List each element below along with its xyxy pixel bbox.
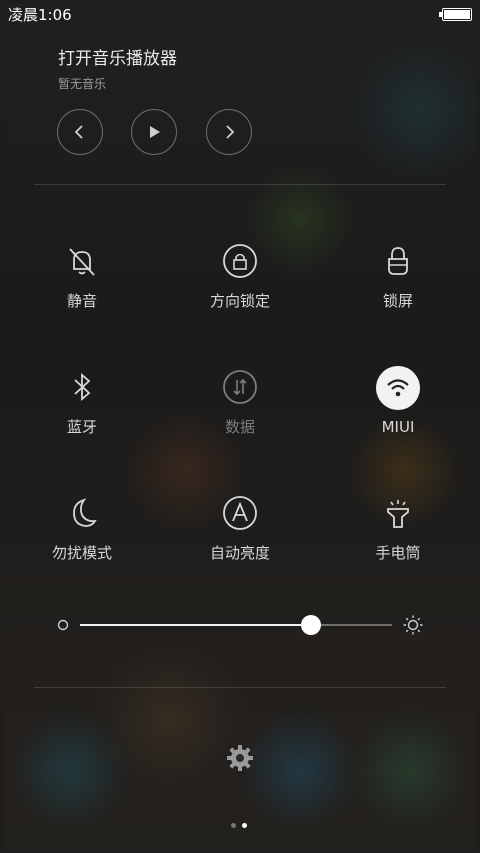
brightness-fill	[80, 624, 311, 626]
play-icon	[150, 126, 160, 138]
auto-brightness-icon	[219, 492, 261, 534]
page-dot	[231, 823, 236, 828]
previous-button[interactable]	[57, 109, 103, 155]
toggle-flashlight[interactable]: 手电筒	[338, 492, 458, 563]
gear-icon	[227, 745, 253, 771]
play-button[interactable]	[131, 109, 177, 155]
moon-icon	[61, 492, 103, 534]
toggle-label: MIUI	[381, 418, 415, 436]
brightness-low-icon	[57, 619, 69, 631]
bluetooth-icon	[61, 366, 103, 408]
brightness-slider[interactable]	[56, 612, 426, 638]
divider	[34, 184, 446, 185]
rotation-lock-icon	[219, 240, 261, 282]
status-time: 凌晨1:06	[8, 6, 72, 24]
toggle-label: 蓝牙	[66, 418, 97, 436]
divider	[34, 687, 446, 688]
toggle-label: 数据	[224, 418, 255, 436]
toggle-silent[interactable]: 静音	[22, 240, 142, 311]
toggle-label: 勿扰模式	[51, 544, 112, 562]
toggle-rotation-lock[interactable]: 方向锁定	[180, 240, 300, 311]
toggle-label: 方向锁定	[209, 292, 270, 310]
toggle-label: 手电筒	[375, 544, 421, 562]
chevron-right-icon	[226, 125, 235, 139]
chevron-left-icon	[74, 125, 83, 139]
status-bar: 凌晨1:06	[0, 0, 480, 28]
music-subtitle: 暂无音乐	[58, 77, 107, 91]
toggle-mobile-data[interactable]: 数据	[180, 366, 300, 437]
toggle-label: 自动亮度	[209, 544, 270, 562]
settings-button[interactable]	[224, 742, 256, 774]
page-dot-active	[242, 823, 247, 828]
toggle-auto-brightness[interactable]: 自动亮度	[180, 492, 300, 563]
next-button[interactable]	[206, 109, 252, 155]
flashlight-icon	[377, 492, 419, 534]
brightness-thumb[interactable]	[300, 615, 321, 635]
toggle-do-not-disturb[interactable]: 勿扰模式	[22, 492, 142, 563]
lock-icon	[377, 240, 419, 282]
music-title[interactable]: 打开音乐播放器	[58, 44, 177, 69]
brightness-high-icon	[403, 615, 423, 635]
toggle-bluetooth[interactable]: 蓝牙	[22, 366, 142, 437]
toggle-lock-screen[interactable]: 锁屏	[338, 240, 458, 311]
toggle-wifi[interactable]: MIUI	[338, 366, 458, 436]
toggle-label: 锁屏	[382, 292, 413, 310]
battery-icon	[439, 8, 472, 21]
wifi-icon	[376, 366, 420, 410]
toggle-label: 静音	[66, 292, 97, 310]
bell-off-icon	[61, 240, 103, 282]
mobile-data-icon	[219, 366, 261, 408]
page-indicator	[231, 813, 253, 832]
music-widget[interactable]: 打开音乐播放器 暂无音乐	[58, 44, 177, 92]
brightness-track[interactable]	[80, 615, 392, 635]
